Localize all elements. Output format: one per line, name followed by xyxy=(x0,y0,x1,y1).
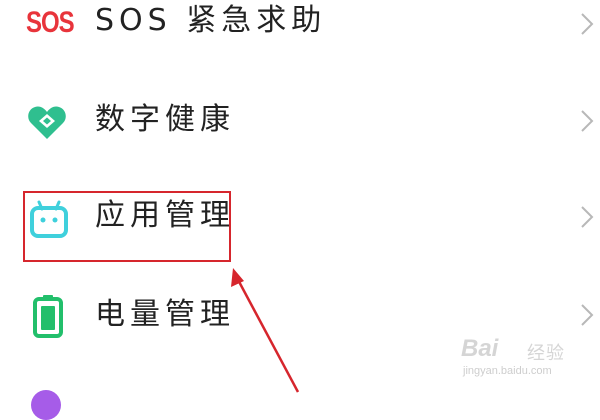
chevron-right-icon xyxy=(581,13,594,35)
settings-item-battery[interactable]: 电量管理 xyxy=(0,266,600,362)
settings-item-label: SOS 紧急求助 xyxy=(95,3,327,38)
next-item-icon xyxy=(31,390,61,420)
settings-item-label: 电量管理 xyxy=(95,297,235,332)
chevron-right-icon xyxy=(581,206,594,228)
chevron-right-icon xyxy=(581,304,594,326)
chevron-right-icon xyxy=(581,110,594,132)
watermark-url: jingyan.baidu.com xyxy=(463,365,552,377)
settings-item-sos[interactable]: SOS SOS 紧急求助 xyxy=(0,0,600,70)
settings-item-label: 数字健康 xyxy=(95,102,235,137)
battery-icon xyxy=(33,295,63,338)
android-icon xyxy=(30,200,68,238)
settings-item-digital-health[interactable]: 数字健康 xyxy=(0,72,600,168)
settings-item-app-management[interactable]: 应用管理 xyxy=(0,169,600,265)
digital-wellbeing-icon xyxy=(28,106,66,139)
sos-icon: SOS xyxy=(26,5,75,40)
settings-item-label: 应用管理 xyxy=(95,198,235,233)
